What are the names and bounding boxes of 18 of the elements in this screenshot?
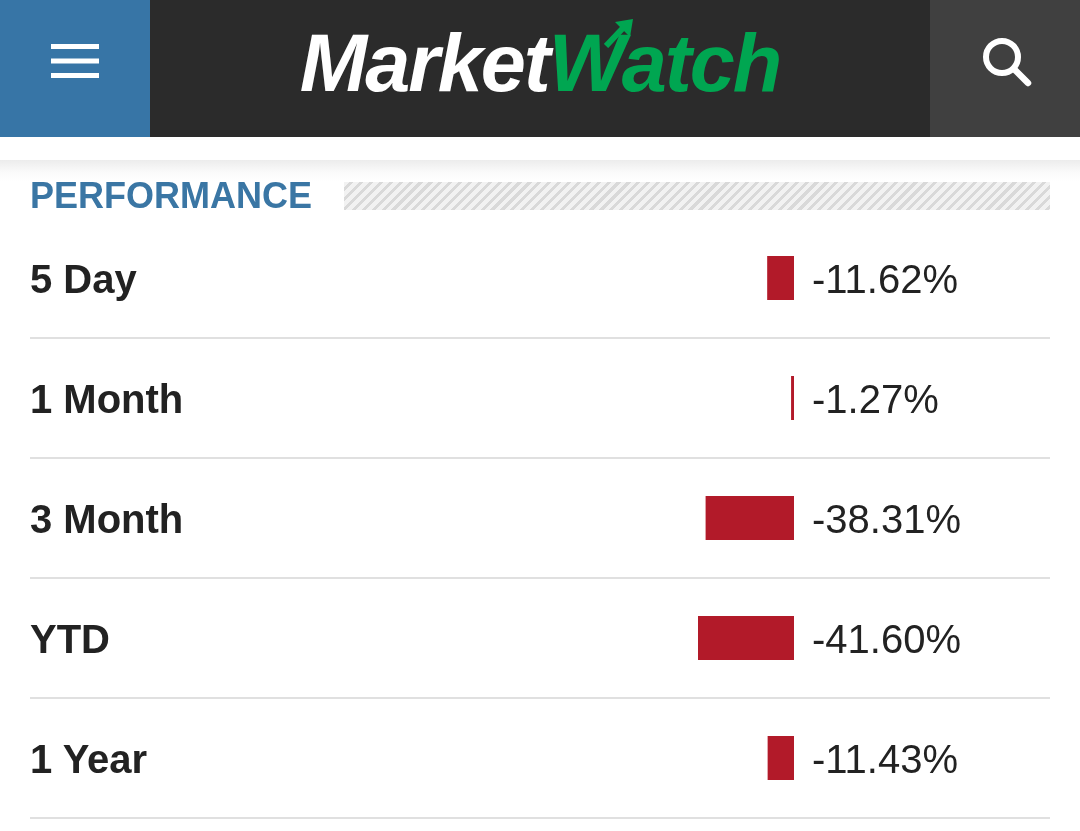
menu-icon [51,43,99,78]
period-label: 1 Year [30,737,148,781]
percent-change: -41.60% [812,617,961,661]
period-label: 3 Month [30,497,184,541]
search-button[interactable] [930,0,1080,137]
percent-change: -1.27% [812,377,939,421]
change-bar [791,376,794,420]
menu-button[interactable] [0,0,150,137]
change-bar [767,256,794,300]
change-bar [767,736,794,780]
period-label: YTD [30,617,110,661]
percent-change: -11.62% [812,257,958,301]
search-icon [982,36,1032,87]
period-label: 5 Day [30,257,137,301]
section-title: PERFORMANCE [30,177,312,214]
period-label: 1 Month [30,377,184,421]
percent-change: -11.43% [812,737,958,781]
percent-change: -38.31% [812,497,961,541]
